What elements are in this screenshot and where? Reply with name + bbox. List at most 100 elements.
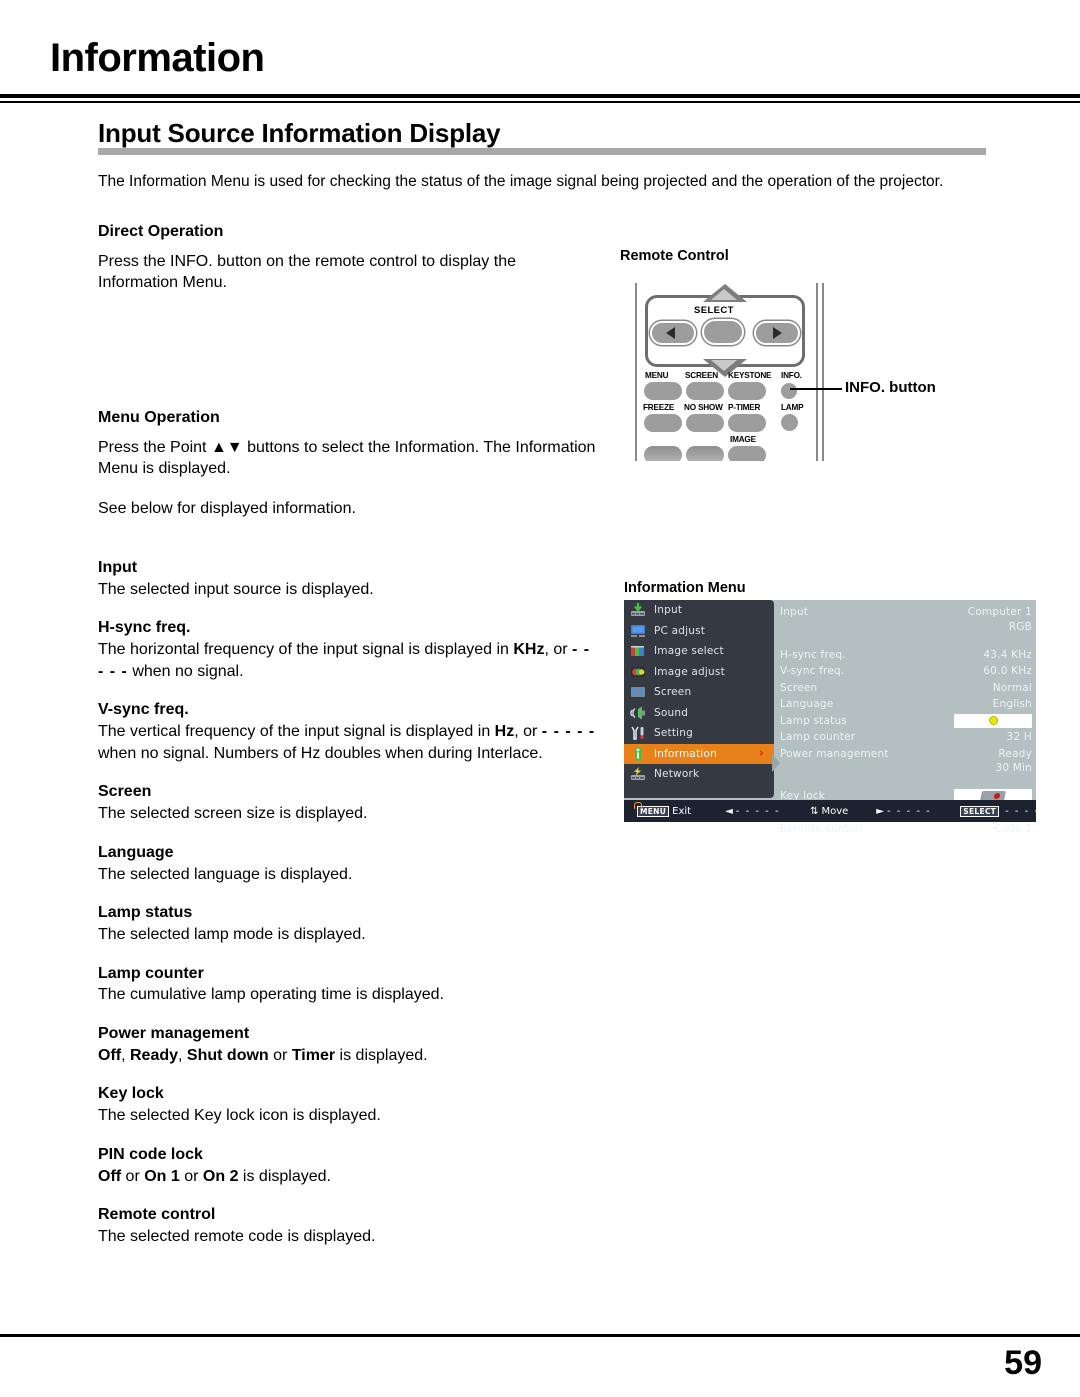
osd-sidebar-item-label: Setting bbox=[654, 727, 693, 740]
menu-key-icon: MENU bbox=[637, 805, 670, 817]
sound-icon bbox=[630, 706, 646, 720]
osd-row-key: V-sync freq. bbox=[780, 665, 845, 678]
osd-sidebar-item-information[interactable]: Information › bbox=[624, 743, 774, 764]
osd-sidebar-item-label: Information bbox=[654, 747, 717, 760]
definition-desc: The vertical frequency of the input sign… bbox=[98, 721, 598, 764]
definition-h-sync-freq: H-sync freq. The horizontal frequency of… bbox=[98, 618, 598, 682]
desc-bold: Shut down bbox=[186, 1046, 269, 1064]
network-icon bbox=[630, 767, 646, 781]
desc-part: , bbox=[178, 1046, 187, 1064]
desc-part: or bbox=[179, 1167, 203, 1185]
desc-part: or bbox=[268, 1046, 292, 1064]
definition-desc: The selected screen size is displayed. bbox=[98, 805, 368, 823]
information-icon bbox=[630, 747, 646, 761]
desc-part: or bbox=[121, 1167, 145, 1185]
image-button[interactable] bbox=[728, 446, 766, 461]
osd-sidebar-item-pc-adjust[interactable]: PC adjust bbox=[624, 621, 774, 642]
info-button[interactable] bbox=[781, 383, 797, 399]
definitions-list: Input The selected input source is displ… bbox=[98, 558, 598, 1247]
osd-sidebar-item-screen[interactable]: Screen bbox=[624, 682, 774, 703]
screen-button[interactable] bbox=[686, 382, 724, 400]
desc-part: is displayed. bbox=[238, 1167, 331, 1185]
chapter-title: Information bbox=[50, 36, 265, 80]
volume-up-button[interactable] bbox=[644, 446, 682, 461]
left-triangle-hint-icon: ◄ bbox=[725, 805, 733, 817]
section-title: Input Source Information Display bbox=[98, 118, 501, 148]
osd-sidebar-item-label: Sound bbox=[654, 706, 689, 719]
definition-desc: The selected input source is displayed. bbox=[98, 580, 374, 598]
definition-key-lock: Key lock The selected Key lock icon is d… bbox=[98, 1084, 598, 1126]
osd-row-lamp-counter: Lamp counter 32 H bbox=[780, 729, 1032, 746]
osd-sidebar-selection-tab bbox=[772, 754, 780, 772]
osd-row-value: Normal bbox=[992, 681, 1032, 694]
direct-operation-heading: Direct Operation bbox=[98, 223, 224, 240]
freeze-button[interactable] bbox=[644, 414, 682, 432]
definition-term: Language bbox=[98, 843, 174, 861]
desc-part: The horizontal frequency of the input si… bbox=[98, 641, 514, 659]
desc-bold: Hz bbox=[494, 723, 515, 741]
definition-desc: The selected lamp mode is displayed. bbox=[98, 925, 366, 943]
osd-sidebar-item-setting[interactable]: Setting bbox=[624, 723, 774, 744]
section-underline-bar bbox=[98, 148, 986, 155]
osd-select-dashes: - - - - - bbox=[1005, 805, 1050, 817]
osd-sidebar-item-label: Image adjust bbox=[654, 665, 725, 678]
remote-control-figure-label-wrap: Remote Control bbox=[620, 248, 729, 264]
osd-spacer bbox=[780, 637, 1032, 647]
osd-information-menu: Input PC adjust Image select Image adjus… bbox=[624, 600, 1048, 835]
definition-desc: The selected Key lock icon is displayed. bbox=[98, 1107, 381, 1125]
definition-lamp-counter: Lamp counter The cumulative lamp operati… bbox=[98, 964, 598, 1006]
osd-left-dashes: - - - - - bbox=[735, 805, 781, 817]
osd-sidebar-item-label: Network bbox=[654, 768, 700, 781]
select-button[interactable] bbox=[702, 319, 744, 345]
definition-desc: The selected remote code is displayed. bbox=[98, 1227, 376, 1245]
select-button-label: SELECT bbox=[694, 305, 734, 316]
osd-row-remote-control: Remote control Code 1 bbox=[780, 821, 1032, 838]
osd-row-value: 43.4 KHz bbox=[983, 648, 1032, 661]
image-adjust-icon bbox=[630, 665, 646, 679]
desc-part: , bbox=[121, 1046, 130, 1064]
no-show-button[interactable] bbox=[686, 414, 724, 432]
menu-button[interactable] bbox=[644, 382, 682, 400]
keystone-button-label: KEYSTONE bbox=[728, 371, 772, 380]
osd-exit-hint[interactable]: MENU Exit bbox=[634, 805, 691, 817]
osd-select-hint: SELECT - - - - - bbox=[957, 805, 1050, 817]
definition-term: PIN code lock bbox=[98, 1145, 203, 1163]
osd-sidebar-item-network[interactable]: Network bbox=[624, 764, 774, 785]
osd-row-power-management-timer: 30 Min bbox=[995, 762, 1032, 774]
p-timer-button[interactable] bbox=[728, 414, 766, 432]
definition-power-management: Power management Off, Ready, Shut down o… bbox=[98, 1024, 598, 1066]
osd-sidebar-item-label: PC adjust bbox=[654, 624, 706, 637]
keystone-button[interactable] bbox=[728, 382, 766, 400]
desc-bold: KHz bbox=[513, 641, 545, 659]
definition-term: V-sync freq. bbox=[98, 701, 189, 719]
updown-arrows-icon: ⇅ bbox=[810, 805, 819, 817]
osd-left-hint: ◄ - - - - - bbox=[725, 806, 780, 817]
osd-sidebar-item-sound[interactable]: Sound bbox=[624, 703, 774, 724]
definition-remote-control: Remote control The selected remote code … bbox=[98, 1205, 598, 1247]
osd-sidebar-item-image-select[interactable]: Image select bbox=[624, 641, 774, 662]
screen-icon bbox=[630, 685, 646, 699]
osd-sidebar-item-image-adjust[interactable]: Image adjust bbox=[624, 662, 774, 683]
definition-language: Language The selected language is displa… bbox=[98, 843, 598, 885]
lamp-button[interactable] bbox=[781, 414, 798, 431]
header-rule-thin bbox=[0, 101, 1080, 103]
definition-term: H-sync freq. bbox=[98, 619, 191, 637]
definition-input: Input The selected input source is displ… bbox=[98, 558, 598, 600]
osd-spacer bbox=[780, 778, 1032, 788]
osd-row-key: Remote control bbox=[780, 823, 864, 836]
definition-term: Remote control bbox=[98, 1206, 216, 1224]
menu-button-label: MENU bbox=[645, 371, 669, 380]
osd-row-input: Input Computer 1 bbox=[780, 604, 1032, 621]
volume-down-button[interactable] bbox=[686, 446, 724, 461]
osd-row-key: Input bbox=[780, 606, 809, 619]
remote-control-illustration: SELECT MENU SCREEN KEYSTONE INFO. FREEZE… bbox=[635, 283, 825, 461]
remote-control-figure-label: Remote Control bbox=[620, 248, 729, 264]
osd-row-lamp-status: Lamp status bbox=[780, 713, 1032, 730]
osd-sidebar-item-input[interactable]: Input bbox=[624, 600, 774, 621]
menu-op-text-a: Press the Point bbox=[98, 438, 211, 456]
intro-paragraph: The Information Menu is used for checkin… bbox=[98, 173, 944, 190]
header-rule-thick bbox=[0, 94, 1080, 98]
left-triangle-icon bbox=[666, 327, 675, 339]
lamp-status-chip bbox=[954, 713, 1032, 728]
direct-operation-block: Direct Operation Press the INFO. button … bbox=[98, 222, 598, 294]
